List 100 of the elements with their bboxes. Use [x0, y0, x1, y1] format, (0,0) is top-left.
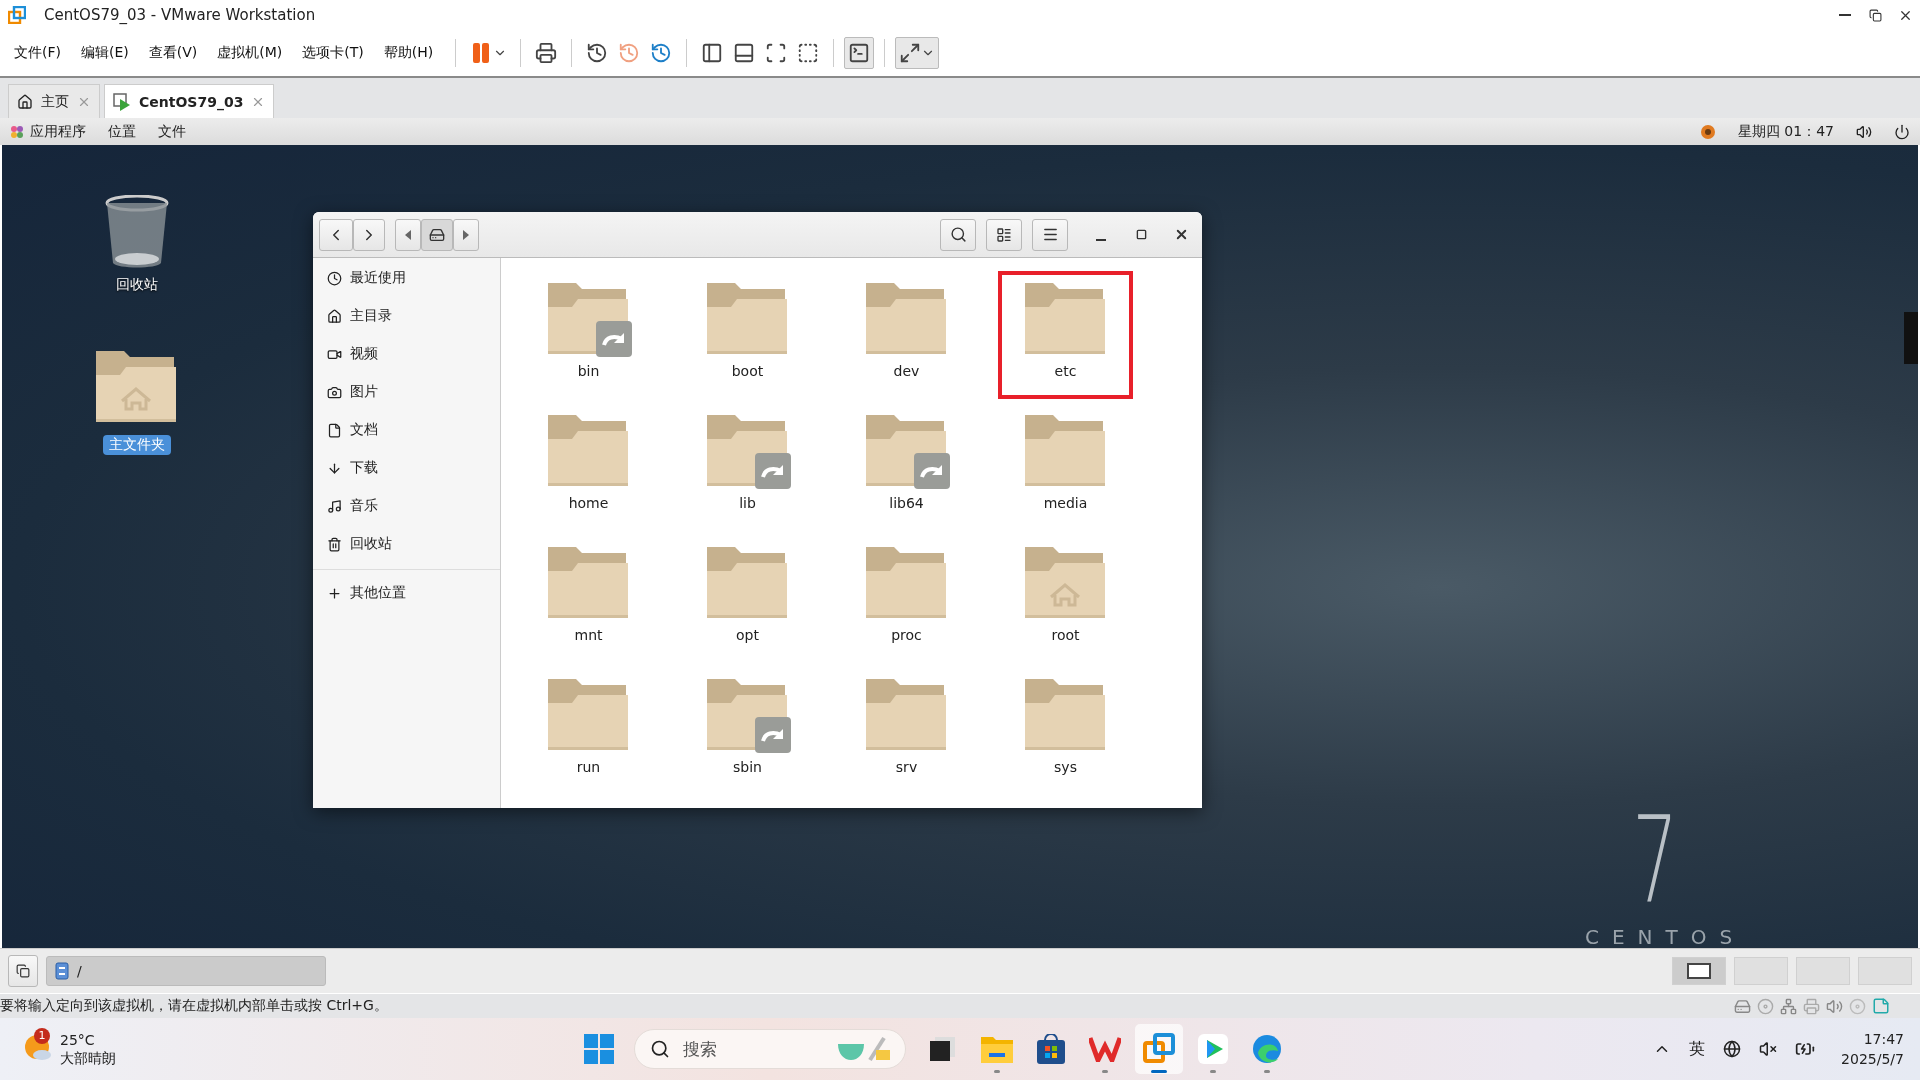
folder-item[interactable]: etc [998, 271, 1133, 399]
monitor-icon [1687, 963, 1711, 979]
home-icon [17, 93, 33, 110]
frame-corners-icon [765, 42, 788, 64]
menu-item[interactable]: 选项卡(T) [296, 40, 370, 66]
folder-item[interactable]: srv [839, 667, 974, 795]
folder-name: lib [739, 495, 756, 511]
stretch-button[interactable] [895, 37, 940, 69]
restore-vm-button[interactable] [8, 955, 38, 987]
menu-item[interactable]: 文件(F) [8, 40, 67, 66]
path-right-button[interactable] [453, 218, 479, 251]
sidebar-item[interactable]: 最近使用 [313, 259, 500, 297]
side-handle[interactable] [1904, 312, 1918, 364]
plus-icon [327, 585, 342, 601]
view-toggle-button[interactable] [986, 218, 1022, 251]
sidebar-item[interactable]: 图片 [313, 373, 500, 411]
folder-item[interactable]: lib [680, 403, 815, 531]
volume-icon[interactable] [1856, 123, 1872, 140]
search-field[interactable]: 搜索 [634, 1029, 906, 1069]
sidebar-item[interactable]: 文档 [313, 411, 500, 449]
left-triangle-icon [405, 229, 411, 240]
overlapping-squares-icon [1143, 1033, 1175, 1065]
sidebar-item[interactable]: 主目录 [313, 297, 500, 335]
restore-icon [1868, 8, 1882, 22]
taskbar-date[interactable]: 2025/5/7 [1841, 1049, 1904, 1069]
expand-arrows-icon [899, 42, 922, 64]
folder-name: media [1043, 495, 1088, 511]
top-bar-menu[interactable]: 应用程序 [30, 122, 86, 141]
terminal-icon [848, 42, 871, 64]
folder-name: etc [1054, 363, 1077, 379]
search-button[interactable] [940, 218, 976, 251]
folder-name: boot [731, 363, 764, 379]
app-logo-icon [8, 6, 26, 24]
sidebar-item[interactable]: 下载 [313, 449, 500, 487]
minimize-icon [1839, 14, 1851, 16]
power-icon[interactable] [1894, 123, 1910, 140]
folder-name: proc [891, 627, 922, 643]
folder-item[interactable]: run [521, 667, 656, 795]
vm-play-icon [113, 92, 131, 111]
folder-item[interactable]: opt [680, 535, 815, 663]
folder-item[interactable]: lib64 [839, 403, 974, 531]
folder-name: run [576, 759, 601, 775]
taskbar-time[interactable]: 17:47 [1863, 1029, 1904, 1049]
network-icon[interactable] [1780, 997, 1797, 1015]
folder-item[interactable]: media [998, 403, 1133, 531]
maximize-icon [1135, 229, 1147, 240]
temperature: 25°C [60, 1031, 96, 1049]
folder-item[interactable]: home [521, 403, 656, 531]
home-icon [327, 308, 342, 324]
menu-item[interactable]: 帮助(H) [377, 40, 440, 66]
globe-icon[interactable] [1723, 1040, 1742, 1058]
camera-icon [327, 384, 342, 400]
top-bar-menu[interactable]: 文件 [158, 122, 186, 141]
document-icon [327, 422, 342, 438]
sidebar-item[interactable]: 回收站 [313, 525, 500, 563]
folder-icon [981, 1035, 1013, 1063]
folder-item[interactable]: mnt [521, 535, 656, 663]
folder-item[interactable]: boot [680, 271, 815, 399]
root-path-button[interactable] [421, 218, 453, 251]
folder-item[interactable]: sbin [680, 667, 815, 795]
folder-item[interactable]: proc [839, 535, 974, 663]
left-panel-icon [701, 42, 724, 64]
play-icon [1198, 1034, 1228, 1064]
muted-speaker-icon[interactable] [1759, 1040, 1778, 1058]
folder-item[interactable]: sys [998, 667, 1133, 795]
printer-icon [535, 42, 558, 64]
trash-icon [327, 536, 342, 552]
path-left-button[interactable] [395, 218, 421, 251]
windows-start-icon[interactable] [584, 1034, 614, 1064]
menu-item[interactable]: 查看(V) [142, 40, 204, 66]
dashed-square-icon [797, 42, 820, 64]
folder-name: mnt [574, 627, 603, 643]
monitor-view-button[interactable] [1672, 957, 1726, 985]
clock: 星期四 01：47 [1737, 122, 1834, 141]
menu-item[interactable]: 编辑(E) [75, 40, 135, 66]
folder-item[interactable]: dev [839, 271, 974, 399]
bottom-panel-icon [733, 42, 756, 64]
folder-name: home [568, 495, 609, 511]
download-icon [327, 460, 342, 476]
tab[interactable]: 主页 [8, 84, 100, 118]
speaker-icon[interactable] [1826, 997, 1843, 1015]
music-icon [327, 498, 342, 514]
sidebar-item[interactable]: 音乐 [313, 487, 500, 525]
folder-name: opt [736, 627, 759, 643]
menu-button[interactable] [1032, 218, 1068, 251]
list-view-icon [996, 226, 1012, 243]
desktop-icon-label[interactable]: 回收站 [110, 275, 164, 295]
sidebar-item[interactable]: 视频 [313, 335, 500, 373]
folder-item[interactable]: bin [521, 271, 656, 399]
folder-name: lib64 [889, 495, 924, 511]
cabinet-icon [55, 962, 69, 980]
input-method-indicator[interactable]: 英 [1689, 1038, 1706, 1060]
hard-drive-icon[interactable] [1734, 997, 1751, 1015]
tab[interactable]: CentOS79_03 [104, 84, 275, 118]
top-bar-menu[interactable]: 位置 [108, 122, 136, 141]
console-button[interactable] [844, 37, 875, 69]
folder-item[interactable]: root [998, 535, 1133, 663]
restore-icon [16, 964, 30, 978]
menu-item[interactable]: 虚拟机(M) [211, 40, 289, 66]
sidebar-item[interactable]: 其他位置 [313, 574, 500, 612]
